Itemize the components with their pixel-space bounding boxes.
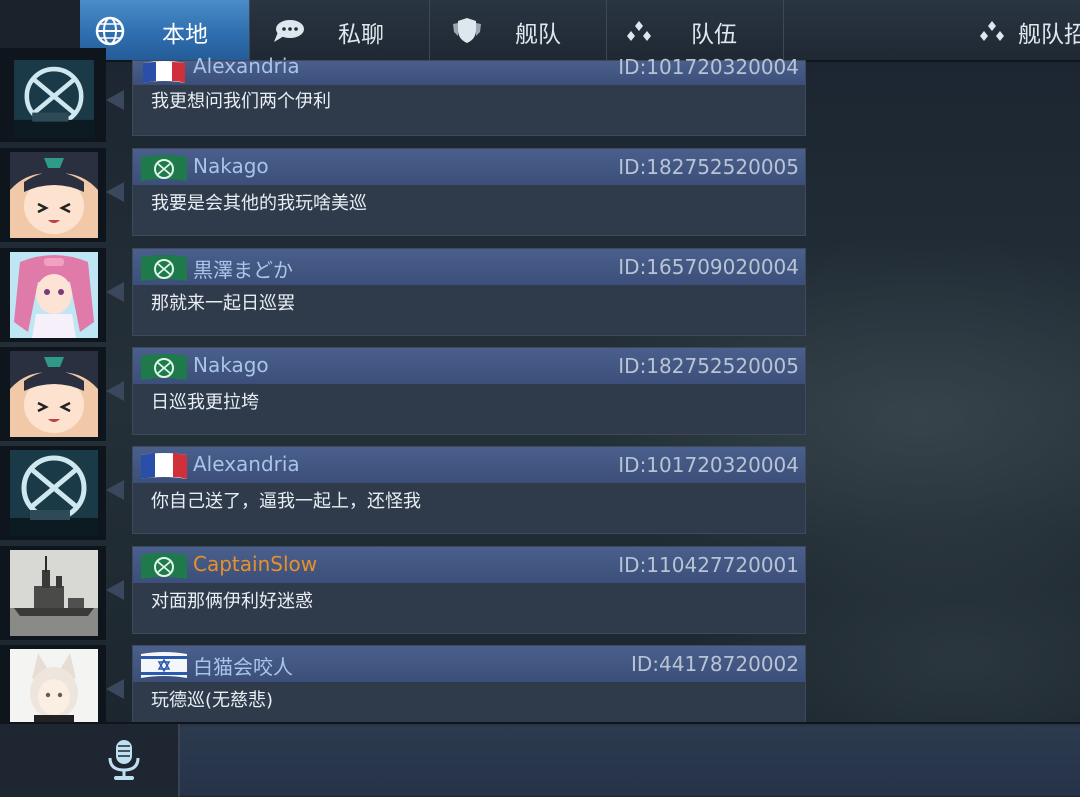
sender-id: ID:110427720001 <box>618 553 799 577</box>
message-bubble: 黒澤まどか ID:165709020004 那就来一起日巡罢 <box>132 248 806 336</box>
globe-icon <box>94 16 126 52</box>
tab-fleet-recruit-label: 舰队招 <box>1018 22 1080 48</box>
sender-name[interactable]: 黒澤まどか <box>193 254 293 283</box>
sender-name[interactable]: CaptainSlow <box>193 552 317 576</box>
bubble-tail <box>106 90 124 110</box>
sender-name[interactable]: Alexandria <box>193 452 300 476</box>
message-header: Nakago ID:182752520005 <box>133 348 805 384</box>
green-emblem-flag <box>139 551 189 581</box>
microphone-icon <box>106 738 142 786</box>
sender-id: ID:101720320004 <box>618 453 799 477</box>
bubble-tail <box>106 480 124 500</box>
sender-name[interactable]: 白猫会咬人 <box>193 651 293 680</box>
message-bubble: Alexandria ID:101720320004 你自己送了，逼我一起上，还… <box>132 446 806 534</box>
message-header: Alexandria ID:101720320004 <box>133 54 805 85</box>
sender-id: ID:182752520005 <box>618 354 799 378</box>
message-bubble: Nakago ID:182752520005 我要是会其他的我玩啥美巡 <box>132 148 806 236</box>
bubble-tail <box>106 580 124 600</box>
france-flag <box>139 451 189 481</box>
chat-message: Alexandria ID:101720320004 你自己送了，逼我一起上，还… <box>0 446 810 540</box>
message-bubble: Alexandria ID:101720320004 我更想问我们两个伊利 <box>132 54 806 136</box>
bubble-tail <box>106 679 124 699</box>
battleship-photo-avatar[interactable] <box>10 550 98 636</box>
tab-local-label: 本地 <box>162 22 208 48</box>
shield-icon <box>452 18 482 50</box>
message-text: 我更想问我们两个伊利 <box>151 91 331 112</box>
bubble-tail <box>106 282 124 302</box>
chat-message: Alexandria ID:101720320004 我更想问我们两个伊利 <box>0 48 810 142</box>
sender-name[interactable]: Alexandria <box>193 54 300 78</box>
message-bubble: Nakago ID:182752520005 日巡我更拉垮 <box>132 347 806 435</box>
chat-message: 黒澤まどか ID:165709020004 那就来一起日巡罢 <box>0 248 810 342</box>
sender-id: ID:101720320004 <box>618 55 799 79</box>
chat-message: 白猫会咬人 ID:44178720002 玩德巡(无慈悲) <box>0 645 810 725</box>
sender-id: ID:182752520005 <box>618 155 799 179</box>
chat-message: CaptainSlow ID:110427720001 对面那俩伊利好迷惑 <box>0 546 810 640</box>
chat-text-input[interactable] <box>180 726 1080 795</box>
green-emblem-flag <box>139 352 189 382</box>
message-text: 我要是会其他的我玩啥美巡 <box>151 193 367 214</box>
message-header: 黒澤まどか ID:165709020004 <box>133 249 805 285</box>
message-bubble: CaptainSlow ID:110427720001 对面那俩伊利好迷惑 <box>132 546 806 634</box>
speech-bubble-icon <box>272 18 306 50</box>
chat-message: Nakago ID:182752520005 我要是会其他的我玩啥美巡 <box>0 148 810 242</box>
message-header: Alexandria ID:101720320004 <box>133 447 805 483</box>
message-header: 白猫会咬人 ID:44178720002 <box>133 646 805 682</box>
ship-emblem-avatar[interactable] <box>10 450 98 536</box>
tab-fleet-label: 舰队 <box>515 22 561 48</box>
israel-flag <box>139 650 189 680</box>
pink-hair-girl-avatar[interactable] <box>10 252 98 338</box>
voice-button[interactable] <box>0 724 180 797</box>
anime-girl-avatar[interactable] <box>10 152 98 238</box>
green-emblem-flag <box>139 153 189 183</box>
sender-name[interactable]: Nakago <box>193 154 269 178</box>
anime-girl-avatar[interactable] <box>10 351 98 437</box>
chat-input-bar <box>0 722 1080 797</box>
france-flag <box>139 61 189 83</box>
message-text: 对面那俩伊利好迷惑 <box>151 591 313 612</box>
team-dots-icon <box>625 20 653 48</box>
tab-fleet-recruit[interactable]: 舰队招 <box>960 0 1080 60</box>
bubble-tail <box>106 182 124 202</box>
message-bubble: 白猫会咬人 ID:44178720002 玩德巡(无慈悲) <box>132 645 806 725</box>
chat-message: Nakago ID:182752520005 日巡我更拉垮 <box>0 347 810 441</box>
tab-private-label: 私聊 <box>338 22 384 48</box>
sender-id: ID:44178720002 <box>630 652 799 676</box>
team-dots-icon <box>978 20 1006 48</box>
message-text: 日巡我更拉垮 <box>151 392 259 413</box>
message-header: CaptainSlow ID:110427720001 <box>133 547 805 583</box>
bubble-tail <box>106 381 124 401</box>
white-cat-girl-avatar[interactable] <box>10 649 98 725</box>
sender-id: ID:165709020004 <box>618 255 799 279</box>
ship-emblem-avatar[interactable] <box>10 60 98 138</box>
message-text: 你自己送了，逼我一起上，还怪我 <box>151 491 421 512</box>
sender-name[interactable]: Nakago <box>193 353 269 377</box>
message-text: 玩德巡(无慈悲) <box>151 690 274 711</box>
tab-team-label: 队伍 <box>691 22 737 48</box>
message-text: 那就来一起日巡罢 <box>151 293 295 314</box>
message-header: Nakago ID:182752520005 <box>133 149 805 185</box>
green-emblem-flag <box>139 253 189 283</box>
